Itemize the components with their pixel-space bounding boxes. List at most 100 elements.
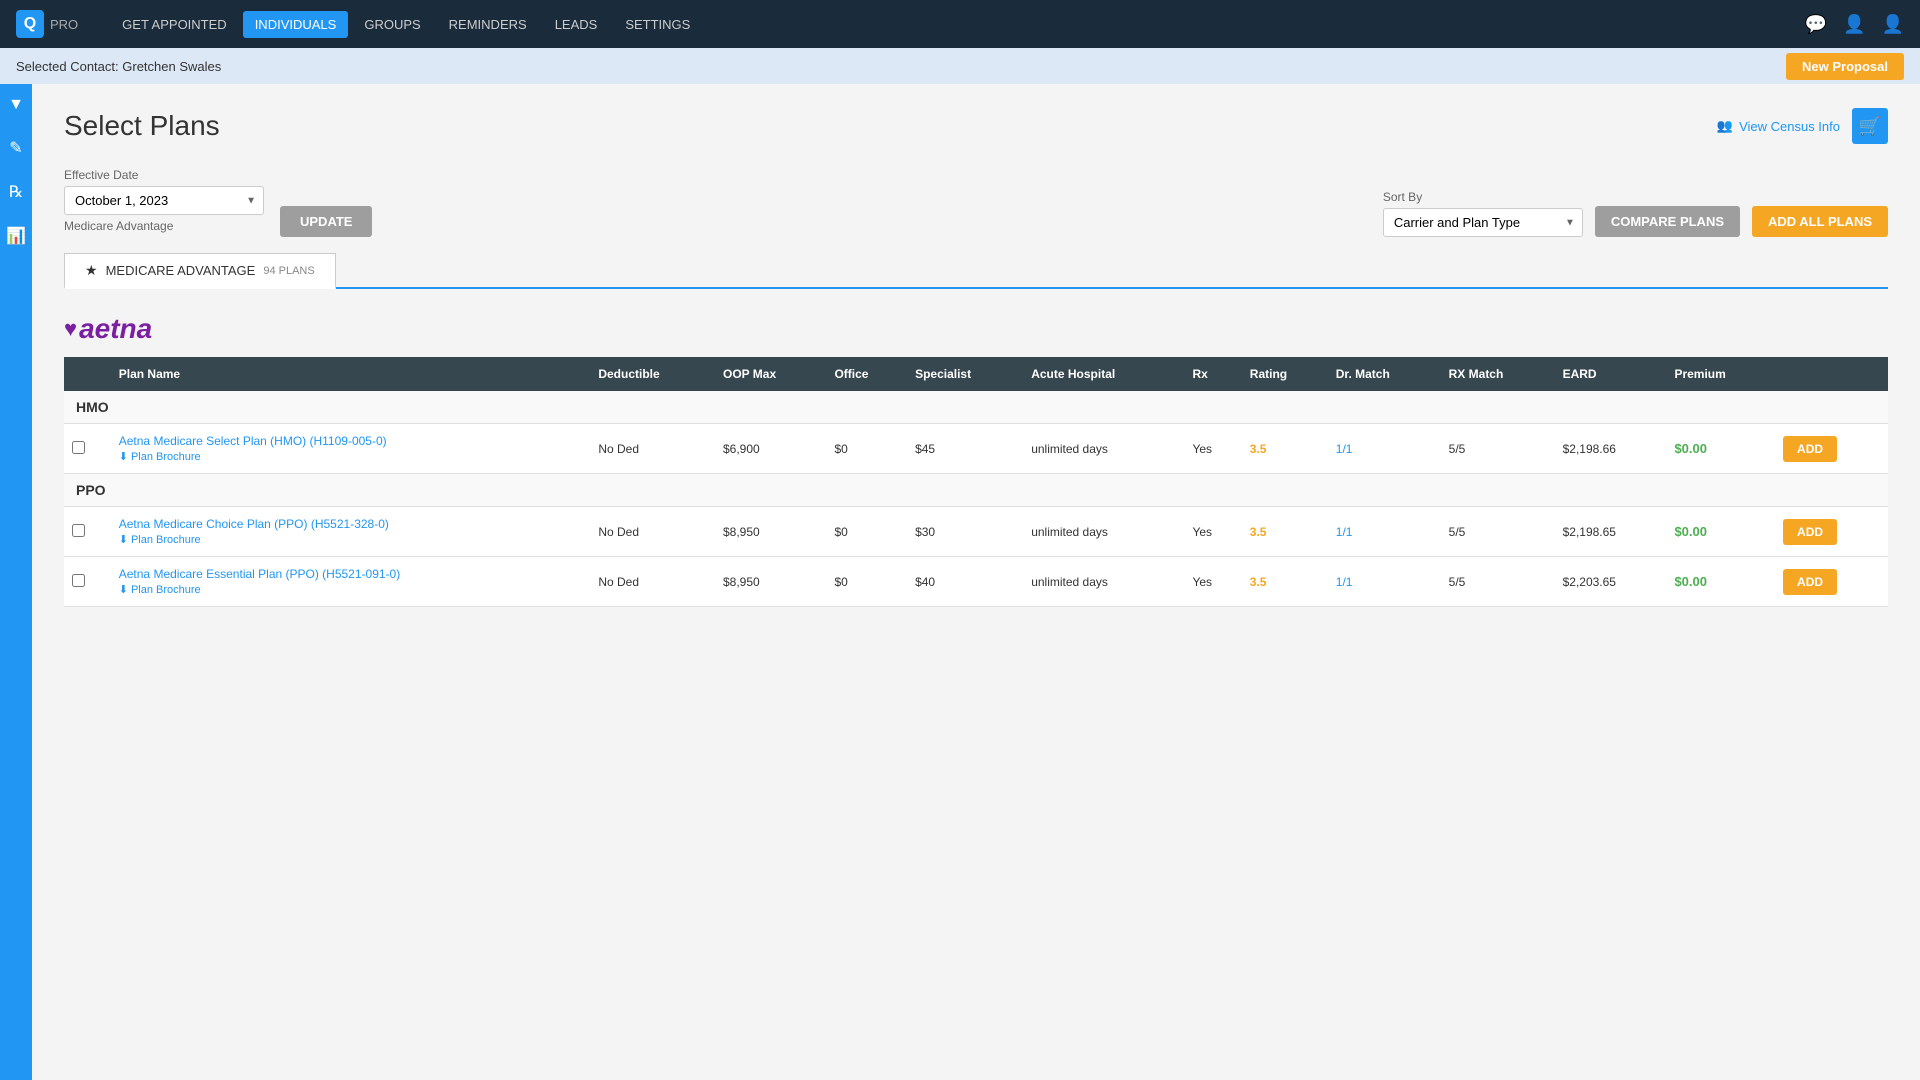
eard-cell: $2,198.65 — [1555, 507, 1667, 557]
plans-table: Plan Name Deductible OOP Max Office Spec… — [64, 357, 1888, 607]
acute-hospital-cell: unlimited days — [1023, 424, 1184, 474]
add-btn-cell: ADD — [1775, 507, 1888, 557]
add-btn-cell: ADD — [1775, 424, 1888, 474]
plan-type-ppo-row: PPO — [64, 474, 1888, 507]
col-rx-match: RX Match — [1441, 357, 1555, 391]
col-rx: Rx — [1184, 357, 1241, 391]
effective-date-select-wrapper: October 1, 2023 — [64, 186, 264, 215]
add-plan-button[interactable]: ADD — [1783, 519, 1837, 545]
nav-leads[interactable]: LEADS — [543, 11, 610, 38]
hmo-label: HMO — [64, 391, 1888, 424]
user-icon[interactable]: 👤 — [1843, 14, 1865, 35]
col-action — [1775, 357, 1888, 391]
office-cell: $0 — [826, 557, 907, 607]
rating-cell: 3.5 — [1242, 424, 1328, 474]
sidebar-rx-icon[interactable]: ℞ — [5, 178, 27, 206]
plan-brochure-link[interactable]: ⬇ Plan Brochure — [119, 583, 583, 596]
compare-plans-button[interactable]: COMPARE PLANS — [1595, 206, 1740, 237]
col-acute-hospital: Acute Hospital — [1023, 357, 1184, 391]
plan-type-sublabel: Medicare Advantage — [64, 219, 264, 233]
col-office: Office — [826, 357, 907, 391]
plan-brochure-link[interactable]: ⬇ Plan Brochure — [119, 533, 583, 546]
update-button[interactable]: UPDATE — [280, 206, 372, 237]
col-oop-max: OOP Max — [715, 357, 826, 391]
left-sidebar: ▼ ✎ ℞ 📊 — [0, 84, 32, 1080]
aetna-logo-text: ♥aetna — [64, 313, 1888, 345]
sort-by-group: Sort By Carrier and Plan Type — [1383, 190, 1583, 237]
add-all-plans-button[interactable]: ADD ALL PLANS — [1752, 206, 1888, 237]
new-proposal-button[interactable]: New Proposal — [1786, 53, 1904, 80]
col-rating: Rating — [1242, 357, 1328, 391]
rx-match-cell: 5/5 — [1441, 424, 1555, 474]
acute-hospital-cell: unlimited days — [1023, 557, 1184, 607]
sort-by-select[interactable]: Carrier and Plan Type — [1383, 208, 1583, 237]
plan-type-tabs: ★ MEDICARE ADVANTAGE 94 PLANS — [64, 253, 1888, 289]
rating-value: 3.5 — [1250, 575, 1267, 589]
logo: Q PRO — [16, 10, 78, 38]
specialist-cell: $45 — [907, 424, 1023, 474]
nav-reminders[interactable]: REMINDERS — [437, 11, 539, 38]
logo-q: Q — [16, 10, 44, 38]
premium-value: $0.00 — [1674, 524, 1707, 539]
premium-value: $0.00 — [1674, 441, 1707, 456]
rating-cell: 3.5 — [1242, 557, 1328, 607]
dr-match-value: 1/1 — [1336, 442, 1353, 456]
deductible-cell: No Ded — [590, 424, 715, 474]
rx-match-cell: 5/5 — [1441, 507, 1555, 557]
tab-count: 94 PLANS — [263, 265, 314, 277]
col-plan-name: Plan Name — [111, 357, 591, 391]
plan-name-link[interactable]: Aetna Medicare Choice Plan (PPO) (H5521-… — [119, 517, 583, 531]
dr-match-cell: 1/1 — [1328, 507, 1441, 557]
sidebar-edit-icon[interactable]: ✎ — [5, 134, 26, 162]
dr-match-value: 1/1 — [1336, 525, 1353, 539]
effective-date-select[interactable]: October 1, 2023 — [64, 186, 264, 215]
specialist-cell: $30 — [907, 507, 1023, 557]
logo-pro: PRO — [50, 17, 78, 32]
table-row: Aetna Medicare Essential Plan (PPO) (H55… — [64, 557, 1888, 607]
cart-button[interactable]: 🛒 — [1852, 108, 1888, 144]
premium-value: $0.00 — [1674, 574, 1707, 589]
add-plan-button[interactable]: ADD — [1783, 569, 1837, 595]
chat-icon[interactable]: 💬 — [1805, 14, 1827, 35]
nav-individuals[interactable]: INDIVIDUALS — [243, 11, 349, 38]
plan-name-cell: Aetna Medicare Essential Plan (PPO) (H55… — [111, 557, 591, 607]
effective-date-label: Effective Date — [64, 168, 264, 182]
tab-label: MEDICARE ADVANTAGE — [106, 263, 256, 278]
premium-cell: $0.00 — [1666, 507, 1775, 557]
dr-match-cell: 1/1 — [1328, 424, 1441, 474]
col-eard: EARD — [1555, 357, 1667, 391]
ppo-label: PPO — [64, 474, 1888, 507]
premium-cell: $0.00 — [1666, 424, 1775, 474]
profile-icon[interactable]: 👤 — [1882, 14, 1904, 35]
plan-brochure-link[interactable]: ⬇ Plan Brochure — [119, 450, 583, 463]
tab-medicare-advantage[interactable]: ★ MEDICARE ADVANTAGE 94 PLANS — [64, 253, 336, 289]
sidebar-chart-icon[interactable]: 📊 — [2, 222, 30, 250]
view-census-link[interactable]: 👥 View Census Info — [1717, 118, 1840, 134]
row-checkbox-cell — [64, 507, 111, 557]
add-plan-button[interactable]: ADD — [1783, 436, 1837, 462]
row-checkbox[interactable] — [72, 574, 85, 587]
office-cell: $0 — [826, 507, 907, 557]
main-content: Select Plans 👥 View Census Info 🛒 Effect… — [32, 84, 1920, 1080]
rx-match-cell: 5/5 — [1441, 557, 1555, 607]
filters-row: Effective Date October 1, 2023 Medicare … — [64, 168, 1888, 237]
nav-right-icons: 💬 👤 👤 — [1805, 14, 1904, 35]
rx-cell: Yes — [1184, 557, 1241, 607]
plan-name-link[interactable]: Aetna Medicare Select Plan (HMO) (H1109-… — [119, 434, 583, 448]
row-checkbox[interactable] — [72, 524, 85, 537]
dr-match-value: 1/1 — [1336, 575, 1353, 589]
nav-get-appointed[interactable]: GET APPOINTED — [110, 11, 239, 38]
aetna-heart-icon: ♥ — [64, 316, 77, 342]
row-checkbox[interactable] — [72, 441, 85, 454]
nav-groups[interactable]: GROUPS — [352, 11, 432, 38]
page-title: Select Plans — [64, 110, 220, 142]
selected-contact-label: Selected Contact: Gretchen Swales — [16, 59, 221, 74]
plan-name-link[interactable]: Aetna Medicare Essential Plan (PPO) (H55… — [119, 567, 583, 581]
col-dr-match: Dr. Match — [1328, 357, 1441, 391]
table-header-row: Plan Name Deductible OOP Max Office Spec… — [64, 357, 1888, 391]
effective-date-group: Effective Date October 1, 2023 Medicare … — [64, 168, 264, 237]
sidebar-filter-icon[interactable]: ▼ — [4, 92, 28, 118]
acute-hospital-cell: unlimited days — [1023, 507, 1184, 557]
specialist-cell: $40 — [907, 557, 1023, 607]
nav-settings[interactable]: SETTINGS — [613, 11, 702, 38]
